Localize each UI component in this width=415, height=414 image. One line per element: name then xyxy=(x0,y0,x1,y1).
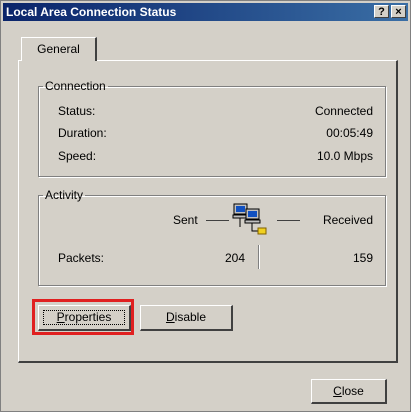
status-label: Status: xyxy=(58,104,96,118)
help-icon: ? xyxy=(378,6,385,18)
title-bar[interactable]: Local Area Connection Status ? × xyxy=(3,3,408,21)
status-dialog: Local Area Connection Status ? × General… xyxy=(0,0,411,412)
close-icon: × xyxy=(395,6,402,18)
disable-label: isable xyxy=(174,310,207,324)
properties-highlight-box xyxy=(32,299,134,335)
close-title-button[interactable]: × xyxy=(391,5,406,18)
packets-divider-highlight xyxy=(259,245,260,269)
tab-general-label: General xyxy=(37,42,80,56)
tab-general[interactable]: General xyxy=(21,37,97,61)
help-button[interactable]: ? xyxy=(374,5,389,18)
packets-sent-value: 204 xyxy=(224,251,245,265)
activity-group: Activity xyxy=(38,188,386,286)
sent-label: Sent xyxy=(173,213,198,227)
window-title: Local Area Connection Status xyxy=(6,5,177,19)
sent-line xyxy=(206,220,229,221)
received-line xyxy=(277,220,300,221)
connection-legend: Connection xyxy=(45,79,106,93)
speed-value: 10.0 Mbps xyxy=(316,149,373,163)
duration-value: 00:05:49 xyxy=(326,126,373,140)
network-computers-icon xyxy=(232,203,267,235)
received-label: Received xyxy=(322,213,373,227)
packets-received-value: 159 xyxy=(352,251,373,265)
activity-legend: Activity xyxy=(45,188,84,202)
packets-label: Packets: xyxy=(58,251,105,265)
duration-label: Duration: xyxy=(58,126,107,140)
status-value: Connected xyxy=(314,104,373,118)
close-button[interactable]: Close xyxy=(311,379,387,404)
disable-accelerator: D xyxy=(165,310,175,324)
speed-label: Speed: xyxy=(58,149,97,163)
close-accelerator: C xyxy=(333,384,342,398)
close-label: lose xyxy=(341,384,364,398)
disable-button[interactable]: Disable xyxy=(140,305,233,331)
